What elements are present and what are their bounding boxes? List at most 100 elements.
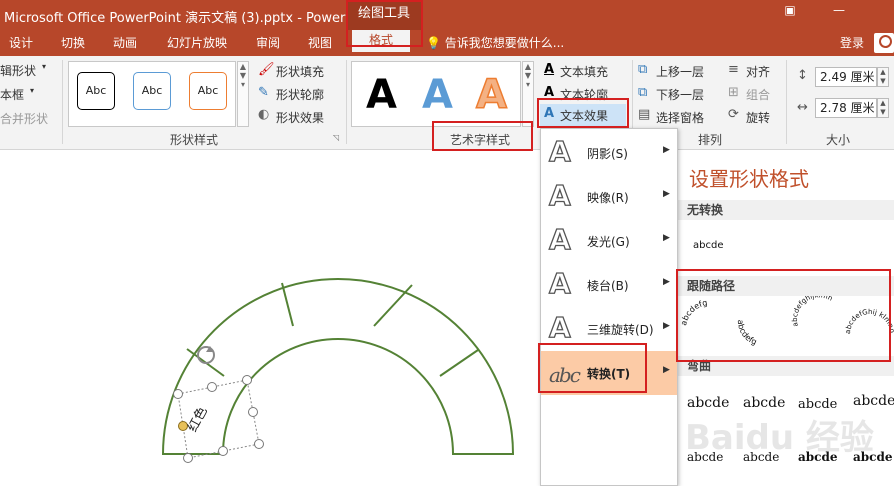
follow-path-options: abcdefg abcdefg abcdefghijklmn abcdefGhi… xyxy=(680,296,894,347)
bring-forward-icon: ⧉ xyxy=(638,62,648,77)
group-icon: ⊞ xyxy=(728,85,739,100)
transform-abc-icon: abc xyxy=(549,363,581,387)
baidu-watermark: Baidu 经验 xyxy=(685,418,874,458)
wordart-style-orange[interactable]: A xyxy=(475,71,507,119)
chevron-right-icon: ▶ xyxy=(663,365,670,375)
wordart-style-blue[interactable]: A xyxy=(422,72,453,118)
resize-handle[interactable] xyxy=(248,407,258,417)
send-backward-button[interactable]: 下移一层 xyxy=(656,86,704,103)
group-separator xyxy=(346,60,347,144)
chevron-right-icon: ▶ xyxy=(663,233,670,243)
no-transform-option[interactable]: abcde xyxy=(693,240,723,251)
follow-path-button[interactable]: abcdefGhij klmnop xyxy=(680,296,894,334)
group-separator xyxy=(62,60,63,144)
bevel-effect-icon: A xyxy=(548,267,571,300)
resize-handle[interactable] xyxy=(173,389,183,399)
menu-item-label: 映像(R) xyxy=(587,191,629,205)
format-shape-pane: 设置形状格式 xyxy=(680,150,894,200)
minimize-icon[interactable]: — xyxy=(830,3,848,17)
arc-block-shape[interactable] xyxy=(161,278,515,455)
shape-style-gallery-scroll[interactable]: ▲ ▼ ▾ xyxy=(237,61,249,127)
send-backward-icon: ⧉ xyxy=(638,85,648,100)
menu-item-3d-rotation[interactable]: A 三维旋转(D) ▶ xyxy=(541,307,677,351)
align-icon: ≡ xyxy=(728,62,739,77)
height-spinner[interactable]: ▲ ▼ xyxy=(877,67,889,87)
shape-style-blue[interactable]: Abc xyxy=(133,72,171,110)
warp-option-2[interactable]: abcde xyxy=(743,395,785,411)
account-icon[interactable] xyxy=(874,33,894,53)
selection-pane-button[interactable]: 选择窗格 xyxy=(656,109,704,126)
chevron-down-icon: ▾ xyxy=(42,62,47,71)
width-spinner[interactable]: ▲ ▼ xyxy=(877,98,889,118)
tab-format[interactable]: 格式 xyxy=(352,30,410,52)
follow-path-circle[interactable]: abcdefghijklmn xyxy=(791,296,834,327)
menu-item-label: 发光(G) xyxy=(587,235,630,249)
tab-view[interactable]: 视图 xyxy=(308,34,332,51)
chevron-down-icon: ▾ xyxy=(30,86,35,95)
wordart-style-black[interactable]: A xyxy=(366,72,397,118)
align-button[interactable]: 对齐 xyxy=(746,63,770,80)
paint-bucket-icon: 🖌 xyxy=(258,62,275,77)
group-button[interactable]: 组合 xyxy=(746,86,770,103)
restore-icon[interactable]: ▣ xyxy=(781,3,799,17)
merge-shapes-button[interactable]: 合并形状 xyxy=(0,110,48,127)
text-effects-button[interactable]: A 文本效果 xyxy=(540,104,626,126)
ribbon-tab-bar: 设计 切换 动画 幻灯片放映 审阅 视图 💡 告诉我您想要做什么... 登录 xyxy=(0,30,894,56)
text-effects-icon: A xyxy=(544,106,555,121)
3d-rotation-effect-icon: A xyxy=(548,311,571,344)
shape-style-black[interactable]: Abc xyxy=(77,72,115,110)
wordart-gallery-scroll[interactable]: ▲ ▼ ▾ xyxy=(522,61,534,127)
chevron-right-icon: ▶ xyxy=(663,321,670,331)
reflection-effect-icon: A xyxy=(548,179,571,212)
menu-item-shadow[interactable]: A 阴影(S) ▶ xyxy=(541,131,677,175)
resize-handle[interactable] xyxy=(254,439,264,449)
chevron-right-icon: ▶ xyxy=(663,189,670,199)
menu-item-transform[interactable]: abc 转换(T) ▶ xyxy=(541,351,677,395)
shape-fill-button[interactable]: 形状填充 xyxy=(276,63,324,80)
tab-design[interactable]: 设计 xyxy=(9,34,33,51)
warp-option-4[interactable]: abcde xyxy=(853,393,894,409)
wordart-styles-group-label: 艺术字样式 xyxy=(450,133,511,147)
warp-option-1[interactable]: abcde xyxy=(687,395,729,411)
resize-handle[interactable] xyxy=(218,446,228,456)
text-fill-icon: A xyxy=(544,62,555,77)
tab-review[interactable]: 审阅 xyxy=(256,34,280,51)
selection-pane-icon: ▤ xyxy=(638,107,651,122)
rotate-button[interactable]: 旋转 xyxy=(746,109,770,126)
menu-item-bevel[interactable]: A 棱台(B) ▶ xyxy=(541,263,677,307)
shape-height-input[interactable]: 2.49 厘米 xyxy=(815,67,877,87)
text-outline-icon: A xyxy=(544,85,555,100)
resize-handle[interactable] xyxy=(207,382,217,392)
resize-handle[interactable] xyxy=(183,453,193,463)
tell-me-search[interactable]: 💡 告诉我您想要做什么... xyxy=(426,34,564,51)
shape-style-gallery: Abc Abc Abc xyxy=(68,61,236,127)
shape-effects-button[interactable]: 形状效果 xyxy=(276,109,324,126)
tab-animations[interactable]: 动画 xyxy=(113,34,137,51)
menu-item-glow[interactable]: A 发光(G) ▶ xyxy=(541,219,677,263)
height-icon: ↕ xyxy=(797,68,808,83)
follow-path-arch-down[interactable]: abcdefg xyxy=(736,320,758,347)
shape-width-input[interactable]: 2.78 厘米 xyxy=(815,98,877,118)
text-effects-label: 文本效果 xyxy=(560,109,609,123)
resize-handle[interactable] xyxy=(242,375,252,385)
menu-item-reflection[interactable]: A 映像(R) ▶ xyxy=(541,175,677,219)
tab-transitions[interactable]: 切换 xyxy=(61,34,85,51)
warp-heading: 弯曲 xyxy=(678,356,894,376)
follow-path-arch-up[interactable]: abcdefg xyxy=(680,298,708,326)
menu-item-label: 阴影(S) xyxy=(587,147,628,161)
dialog-launcher-icon[interactable]: ◹ xyxy=(333,133,339,142)
text-fill-button[interactable]: 文本填充 xyxy=(560,63,608,80)
text-box-button[interactable]: 本框 xyxy=(0,86,24,103)
edit-shape-button[interactable]: 辑形状 xyxy=(0,62,36,79)
shape-style-orange[interactable]: Abc xyxy=(189,72,227,110)
chevron-right-icon: ▶ xyxy=(663,277,670,287)
shape-styles-group-label: 形状样式 xyxy=(170,133,219,147)
tell-me-text: 告诉我您想要做什么... xyxy=(444,36,565,50)
tab-slideshow[interactable]: 幻灯片放映 xyxy=(167,34,227,51)
bring-forward-button[interactable]: 上移一层 xyxy=(656,63,704,80)
text-outline-button[interactable]: 文本轮廓 xyxy=(560,86,608,103)
chevron-right-icon: ▶ xyxy=(663,145,670,155)
powerpoint-window: Microsoft Office PowerPoint 演示文稿 (3).ppt… xyxy=(0,0,894,486)
shape-outline-button[interactable]: 形状轮廓 xyxy=(276,86,324,103)
login-link[interactable]: 登录 xyxy=(840,34,864,51)
